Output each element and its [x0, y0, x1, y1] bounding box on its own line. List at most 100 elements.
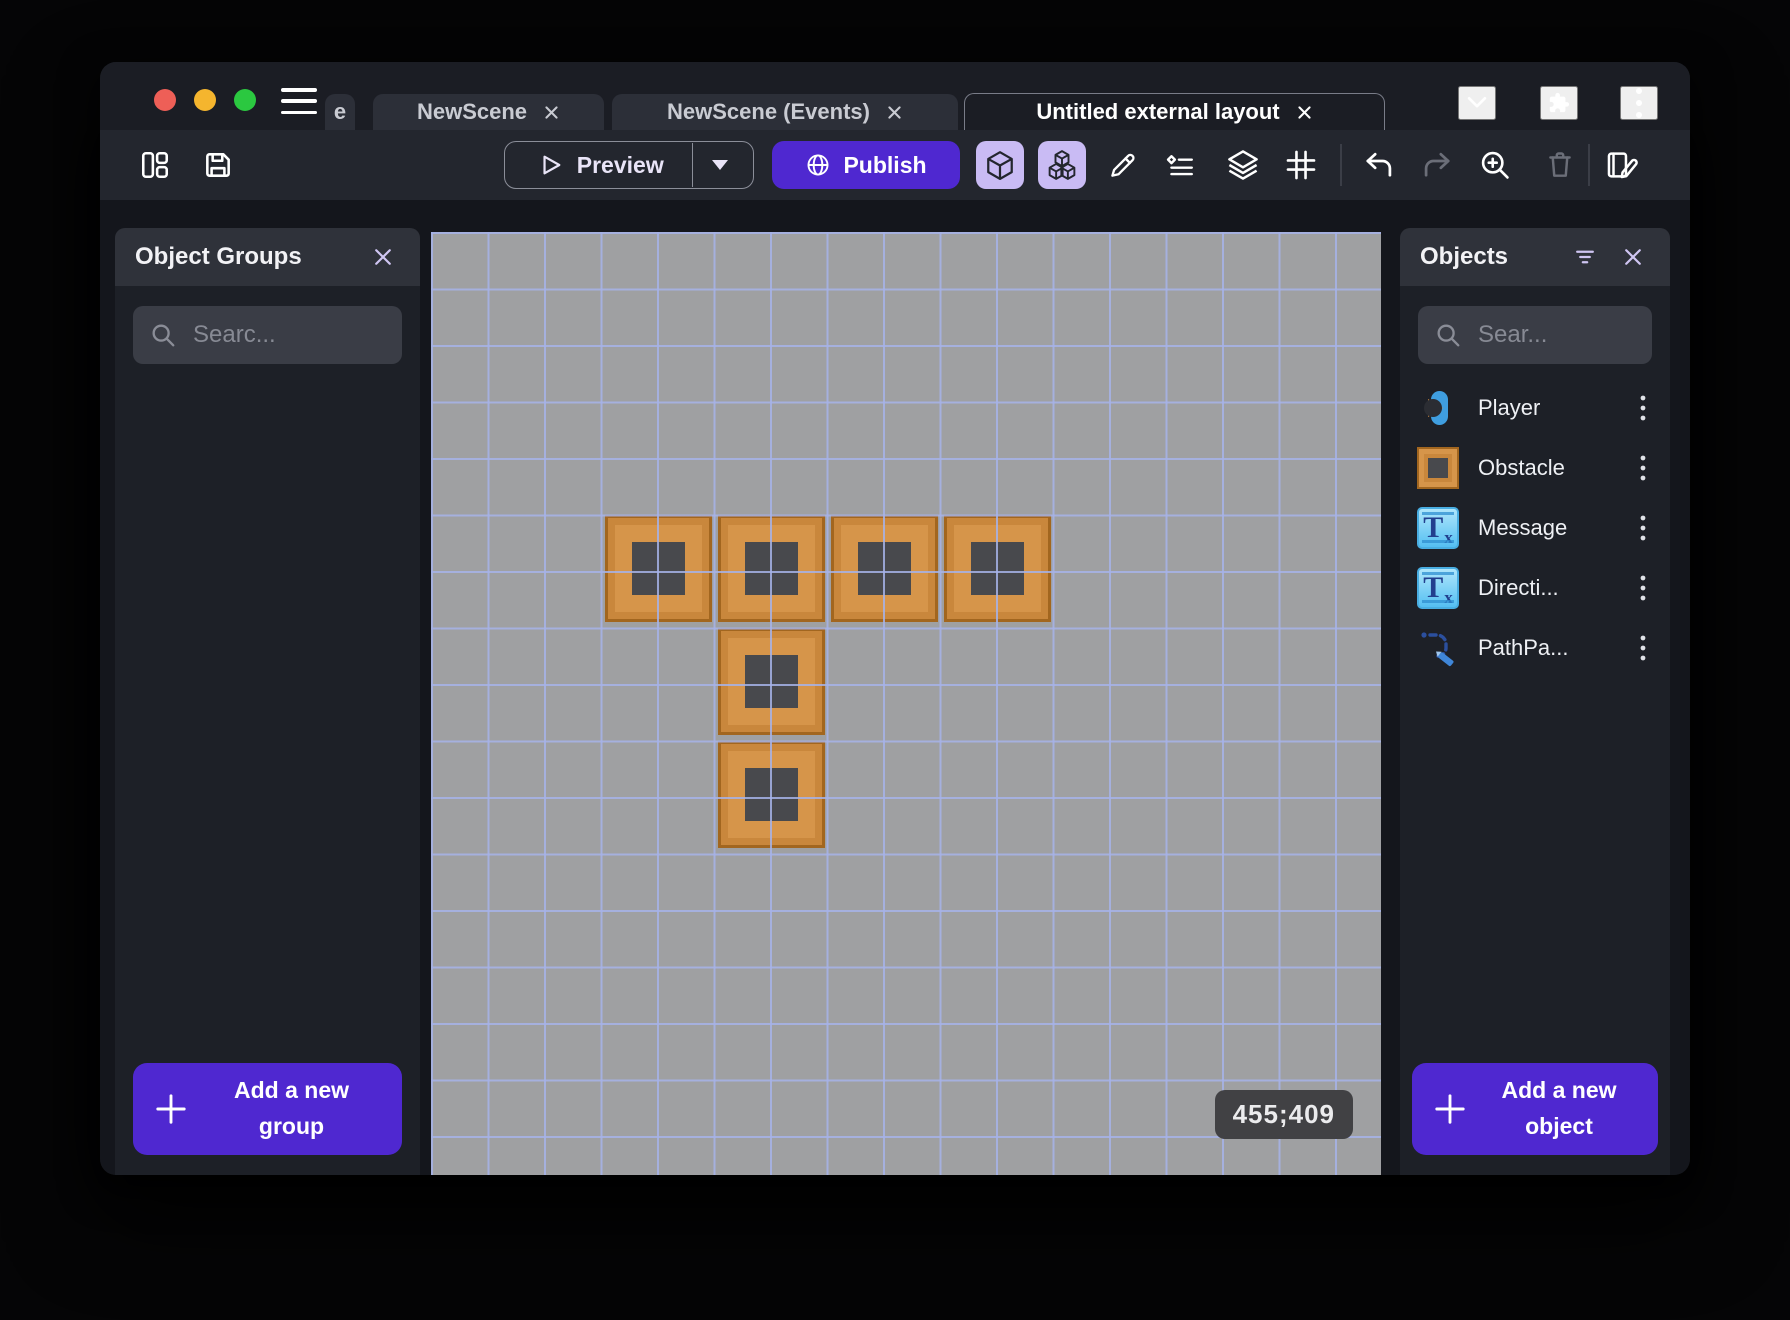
cube-icon [984, 149, 1016, 181]
filter-icon[interactable] [1568, 240, 1602, 274]
cubes-stack-icon [1046, 149, 1078, 181]
main-menu-icon[interactable] [281, 88, 317, 114]
tab-untitled-external-layout[interactable]: Untitled external layout [964, 93, 1385, 130]
objects-title: Objects [1420, 243, 1509, 270]
objects-header: Objects [1400, 228, 1670, 286]
more-options-dots-icon[interactable] [1620, 86, 1658, 120]
obstacle-instance[interactable] [605, 515, 712, 622]
obstacle-core [745, 655, 798, 708]
save-button[interactable] [196, 143, 240, 187]
add-group-label: Add a new group [233, 1077, 349, 1139]
object-row-directions[interactable]: Tx Directi... [1400, 558, 1670, 618]
obstacle-bevel [728, 751, 815, 838]
preview-dropdown-caret-icon[interactable] [693, 143, 747, 187]
object-groups-header: Object Groups [115, 228, 420, 286]
edit-scene-properties-button[interactable] [1600, 143, 1644, 187]
objects-panel: Objects Sear... Player Obstacle T x Mess… [1400, 228, 1670, 1175]
object-row-message[interactable]: Tx Message [1400, 498, 1670, 558]
add-object-label: Add a new object [1501, 1077, 1617, 1139]
pencil-edit-icon[interactable] [1100, 143, 1144, 187]
obstacle-icon [1416, 446, 1460, 490]
obstacle-bevel [615, 525, 702, 612]
obstacle-bevel [728, 638, 815, 725]
plus-icon [153, 1091, 189, 1127]
close-panel-icon[interactable] [366, 240, 400, 274]
maximize-window-button[interactable] [234, 89, 256, 111]
objects-search-input[interactable] [1476, 320, 1636, 350]
obstacle-core [632, 542, 685, 595]
layers-icon[interactable] [1221, 143, 1265, 187]
objects-list: Player Obstacle T x Message T x Directi.… [1400, 378, 1670, 678]
publish-label: Publish [843, 151, 927, 178]
object-menu-dots-icon[interactable] [1630, 508, 1656, 548]
zoom-in-button[interactable] [1473, 143, 1517, 187]
text-object-icon: Tx [1416, 506, 1460, 550]
play-icon [539, 153, 563, 177]
publish-button[interactable]: Publish [772, 141, 960, 189]
object-groups-title: Object Groups [135, 243, 302, 270]
object-name: PathPa... [1478, 635, 1569, 660]
path-icon [1416, 626, 1460, 670]
tab-label: NewScene [416, 99, 528, 124]
groups-search-box [133, 306, 402, 364]
globe-icon [805, 152, 831, 178]
tab-newscene[interactable]: NewScene [373, 94, 604, 130]
object-name: Player [1478, 395, 1541, 420]
object-menu-dots-icon[interactable] [1630, 568, 1656, 608]
search-icon [1434, 321, 1462, 349]
add-group-button[interactable]: Add a new group [133, 1063, 402, 1155]
minimize-window-button[interactable] [194, 89, 216, 111]
search-icon [149, 321, 177, 349]
undo-button[interactable] [1356, 143, 1400, 187]
obstacle-instance[interactable] [944, 515, 1051, 622]
app-window: e NewScene NewScene (Events) Untitled ex… [100, 62, 1690, 1175]
object-row-obstacle[interactable]: Obstacle [1400, 438, 1670, 498]
obstacle-instance[interactable] [718, 515, 825, 622]
obstacle-instance[interactable] [718, 628, 825, 735]
tab-close-icon[interactable] [886, 104, 903, 121]
object-row-pathpainter[interactable]: PathPa... [1400, 618, 1670, 678]
instances-list-icon[interactable] [1158, 143, 1202, 187]
objects-search-box [1418, 306, 1652, 364]
plus-icon [1432, 1091, 1468, 1127]
window-chevron-down-icon[interactable] [1458, 86, 1496, 120]
add-object-button[interactable]: Add a new object [1412, 1063, 1658, 1155]
object-menu-dots-icon[interactable] [1630, 628, 1656, 668]
toolbar: Preview Publish [100, 130, 1690, 200]
tab-close-icon[interactable] [1296, 104, 1313, 121]
tab-close-icon[interactable] [543, 104, 560, 121]
edit-scene-mode-button[interactable] [976, 141, 1024, 189]
obstacle-instance[interactable] [718, 741, 825, 848]
tab-newscene-events[interactable]: NewScene (Events) [612, 94, 958, 130]
object-name: Message [1478, 515, 1568, 540]
groups-search-input[interactable] [191, 320, 386, 350]
grid-icon[interactable] [1279, 143, 1323, 187]
cursor-coordinates-badge: 455;409 [1214, 1090, 1353, 1139]
preview-label: Preview [576, 151, 664, 178]
text-object-icon: Tx [1416, 566, 1460, 610]
object-groups-panel: Object Groups Searc... Add a new group [115, 228, 420, 1175]
close-window-button[interactable] [154, 89, 176, 111]
object-menu-dots-icon[interactable] [1630, 448, 1656, 488]
titlebar: e NewScene NewScene (Events) Untitled ex… [100, 62, 1690, 130]
object-name: Obstacle [1478, 455, 1565, 480]
obstacle-instance[interactable] [831, 515, 938, 622]
scene-canvas[interactable]: 455;409 [431, 232, 1381, 1175]
open-project-manager-button[interactable] [133, 143, 177, 187]
object-row-player[interactable]: Player [1400, 378, 1670, 438]
player-icon [1416, 386, 1460, 430]
object-menu-dots-icon[interactable] [1630, 388, 1656, 428]
tab-label: Untitled external layout [1036, 99, 1280, 124]
tab-clipped[interactable]: e [325, 94, 355, 130]
desktop: e NewScene NewScene (Events) Untitled ex… [0, 0, 1790, 1320]
obstacle-bevel [954, 525, 1041, 612]
obstacle-core [971, 542, 1024, 595]
extensions-puzzle-icon[interactable] [1540, 86, 1578, 120]
object-name: Directi... [1478, 575, 1559, 600]
delete-trash-button[interactable] [1538, 143, 1582, 187]
instances-mode-button[interactable] [1038, 141, 1086, 189]
close-panel-icon[interactable] [1616, 240, 1650, 274]
content-area: Object Groups Searc... Add a new group 4… [100, 200, 1690, 1175]
redo-button[interactable] [1416, 143, 1460, 187]
preview-button[interactable]: Preview [504, 141, 754, 189]
